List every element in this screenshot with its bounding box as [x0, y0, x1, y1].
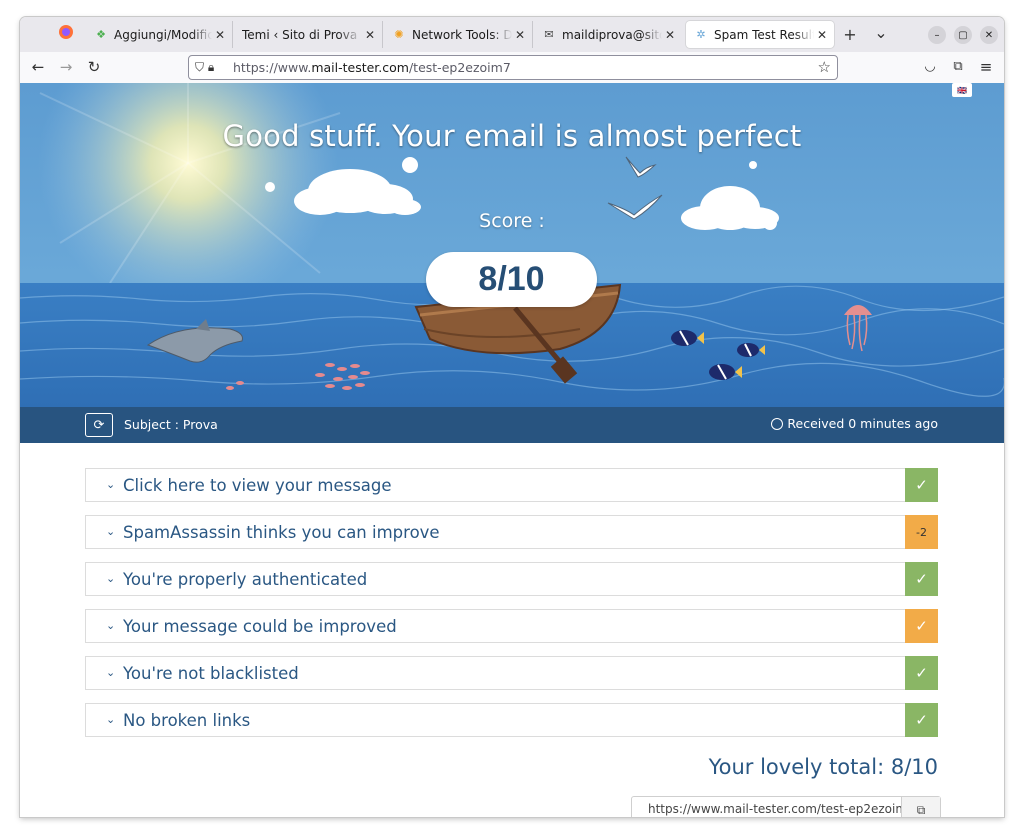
navigation-bar: ← → ↻ ⛉ 🔒︎ https://www. mail-tester.com/t…	[20, 52, 1004, 84]
score-label: Score :	[479, 210, 545, 232]
shield-lock-icon[interactable]: ⛉ 🔒︎	[195, 60, 233, 75]
chevron-down-icon: ⌄	[106, 478, 116, 491]
hamburger-menu-icon[interactable]: ≡	[976, 58, 996, 76]
close-window-icon[interactable]: ✕	[980, 26, 998, 44]
result-row-blacklist[interactable]: ⌄ You're not blacklisted ✓	[85, 656, 938, 690]
tab-5-close-icon[interactable]: ✕	[814, 28, 830, 42]
status-badge-check-icon: ✓	[905, 468, 938, 502]
tab-strip: ❖ Aggiungi/Modifica re ✕ Temi ‹ Sito di …	[20, 17, 1004, 52]
back-arrow-icon[interactable]: ←	[28, 58, 48, 76]
tab-list-chevron-down-icon[interactable]: ⌄	[871, 23, 891, 42]
chevron-down-icon: ⌄	[106, 572, 116, 585]
result-row-message-improved[interactable]: ⌄ Your message could be improved ✓	[85, 609, 938, 643]
clock-icon	[771, 417, 784, 430]
language-flag-icon[interactable]: 🇬🇧	[952, 83, 972, 97]
chevron-down-icon: ⌄	[106, 525, 116, 538]
result-row-broken-links[interactable]: ⌄ No broken links ✓	[85, 703, 938, 737]
result-label: You're properly authenticated	[123, 570, 368, 589]
copy-icon: ⧉	[916, 802, 926, 817]
chevron-down-icon: ⌄	[106, 713, 116, 726]
reload-icon[interactable]: ↻	[84, 58, 104, 76]
tab-1[interactable]: ❖ Aggiungi/Modifica re ✕	[86, 21, 233, 48]
tab-4-title: maildiprova@sitodip	[562, 27, 662, 42]
firefox-menu-icon[interactable]	[56, 24, 76, 44]
bookmark-star-icon[interactable]: ☆	[818, 58, 831, 76]
chevron-down-icon: ⌄	[106, 619, 116, 632]
tab-3-title: Network Tools: DNS,	[412, 27, 512, 42]
url-path: /test-ep2ezoim7	[408, 60, 511, 75]
tab-1-icon: ❖	[96, 28, 106, 41]
tab-3[interactable]: ✺ Network Tools: DNS, ✕	[384, 21, 533, 48]
result-label: No broken links	[123, 711, 251, 730]
result-label: Your message could be improved	[123, 617, 397, 636]
chevron-down-icon: ⌄	[106, 666, 116, 679]
tab-4[interactable]: ✉ maildiprova@sitodip ✕	[534, 21, 682, 48]
status-badge-check-icon: ✓	[905, 609, 938, 643]
tab-2-close-icon[interactable]: ✕	[362, 28, 378, 42]
score-value: 8/10	[426, 252, 597, 307]
forward-arrow-icon[interactable]: →	[56, 58, 76, 76]
url-bar[interactable]: ⛉ 🔒︎ https://www. mail-tester.com/test-ep…	[188, 55, 838, 80]
tab-5-icon: ✲	[696, 28, 706, 41]
tab-2[interactable]: Temi ‹ Sito di Prova — W ✕	[234, 21, 383, 48]
result-row-spamassassin[interactable]: ⌄ SpamAssassin thinks you can improve -2	[85, 515, 938, 549]
result-label: Click here to view your message	[123, 476, 392, 495]
tab-1-title: Aggiungi/Modifica re	[114, 27, 212, 42]
subject-bar: ⟳ Subject : Prova Received 0 minutes ago	[20, 407, 1004, 443]
result-row-authenticated[interactable]: ⌄ You're properly authenticated ✓	[85, 562, 938, 596]
share-url-field: https://www.mail-tester.com/test-ep2ezoi…	[631, 796, 941, 817]
copy-url-button[interactable]: ⧉	[902, 797, 940, 817]
received-text: Received 0 minutes ago	[787, 416, 938, 431]
new-tab-button[interactable]: +	[840, 25, 860, 44]
tab-5-title: Spam Test Result	[714, 27, 814, 42]
status-badge-score: -2	[905, 515, 938, 549]
tab-3-icon: ✺	[394, 28, 404, 41]
refresh-icon: ⟳	[93, 417, 105, 433]
tab-1-close-icon[interactable]: ✕	[212, 28, 228, 42]
url-prefix: https://www.	[233, 60, 312, 75]
result-label: You're not blacklisted	[123, 664, 299, 683]
refresh-button[interactable]: ⟳	[85, 413, 113, 437]
browser-window: ❖ Aggiungi/Modifica re ✕ Temi ‹ Sito di …	[20, 17, 1004, 817]
total-score: Your lovely total: 8/10	[708, 755, 938, 779]
tab-5-active[interactable]: ✲ Spam Test Result ✕	[686, 21, 834, 48]
tab-4-close-icon[interactable]: ✕	[662, 28, 678, 42]
status-badge-check-icon: ✓	[905, 703, 938, 737]
minimize-icon[interactable]: –	[928, 26, 946, 44]
share-url-input[interactable]: https://www.mail-tester.com/test-ep2ezoi…	[632, 797, 902, 817]
received-time: Received 0 minutes ago	[771, 416, 938, 431]
result-row-view-message[interactable]: ⌄ Click here to view your message ✓	[85, 468, 938, 502]
tab-2-title: Temi ‹ Sito di Prova — W	[242, 27, 362, 42]
maximize-icon[interactable]: ▢	[954, 26, 972, 44]
result-headline: Good stuff. Your email is almost perfect	[222, 119, 802, 153]
pocket-icon[interactable]: ◡	[920, 59, 940, 74]
url-domain: mail-tester.com	[311, 60, 409, 75]
status-badge-check-icon: ✓	[905, 562, 938, 596]
hero-banner: 🇬🇧 Good stuff. Your email is almost perf…	[20, 83, 1004, 407]
email-subject: Subject : Prova	[124, 417, 218, 432]
status-badge-check-icon: ✓	[905, 656, 938, 690]
result-label: SpamAssassin thinks you can improve	[123, 523, 440, 542]
tab-3-close-icon[interactable]: ✕	[512, 28, 528, 42]
tab-4-icon: ✉	[544, 28, 554, 41]
extensions-icon[interactable]: ⧉	[948, 59, 968, 74]
